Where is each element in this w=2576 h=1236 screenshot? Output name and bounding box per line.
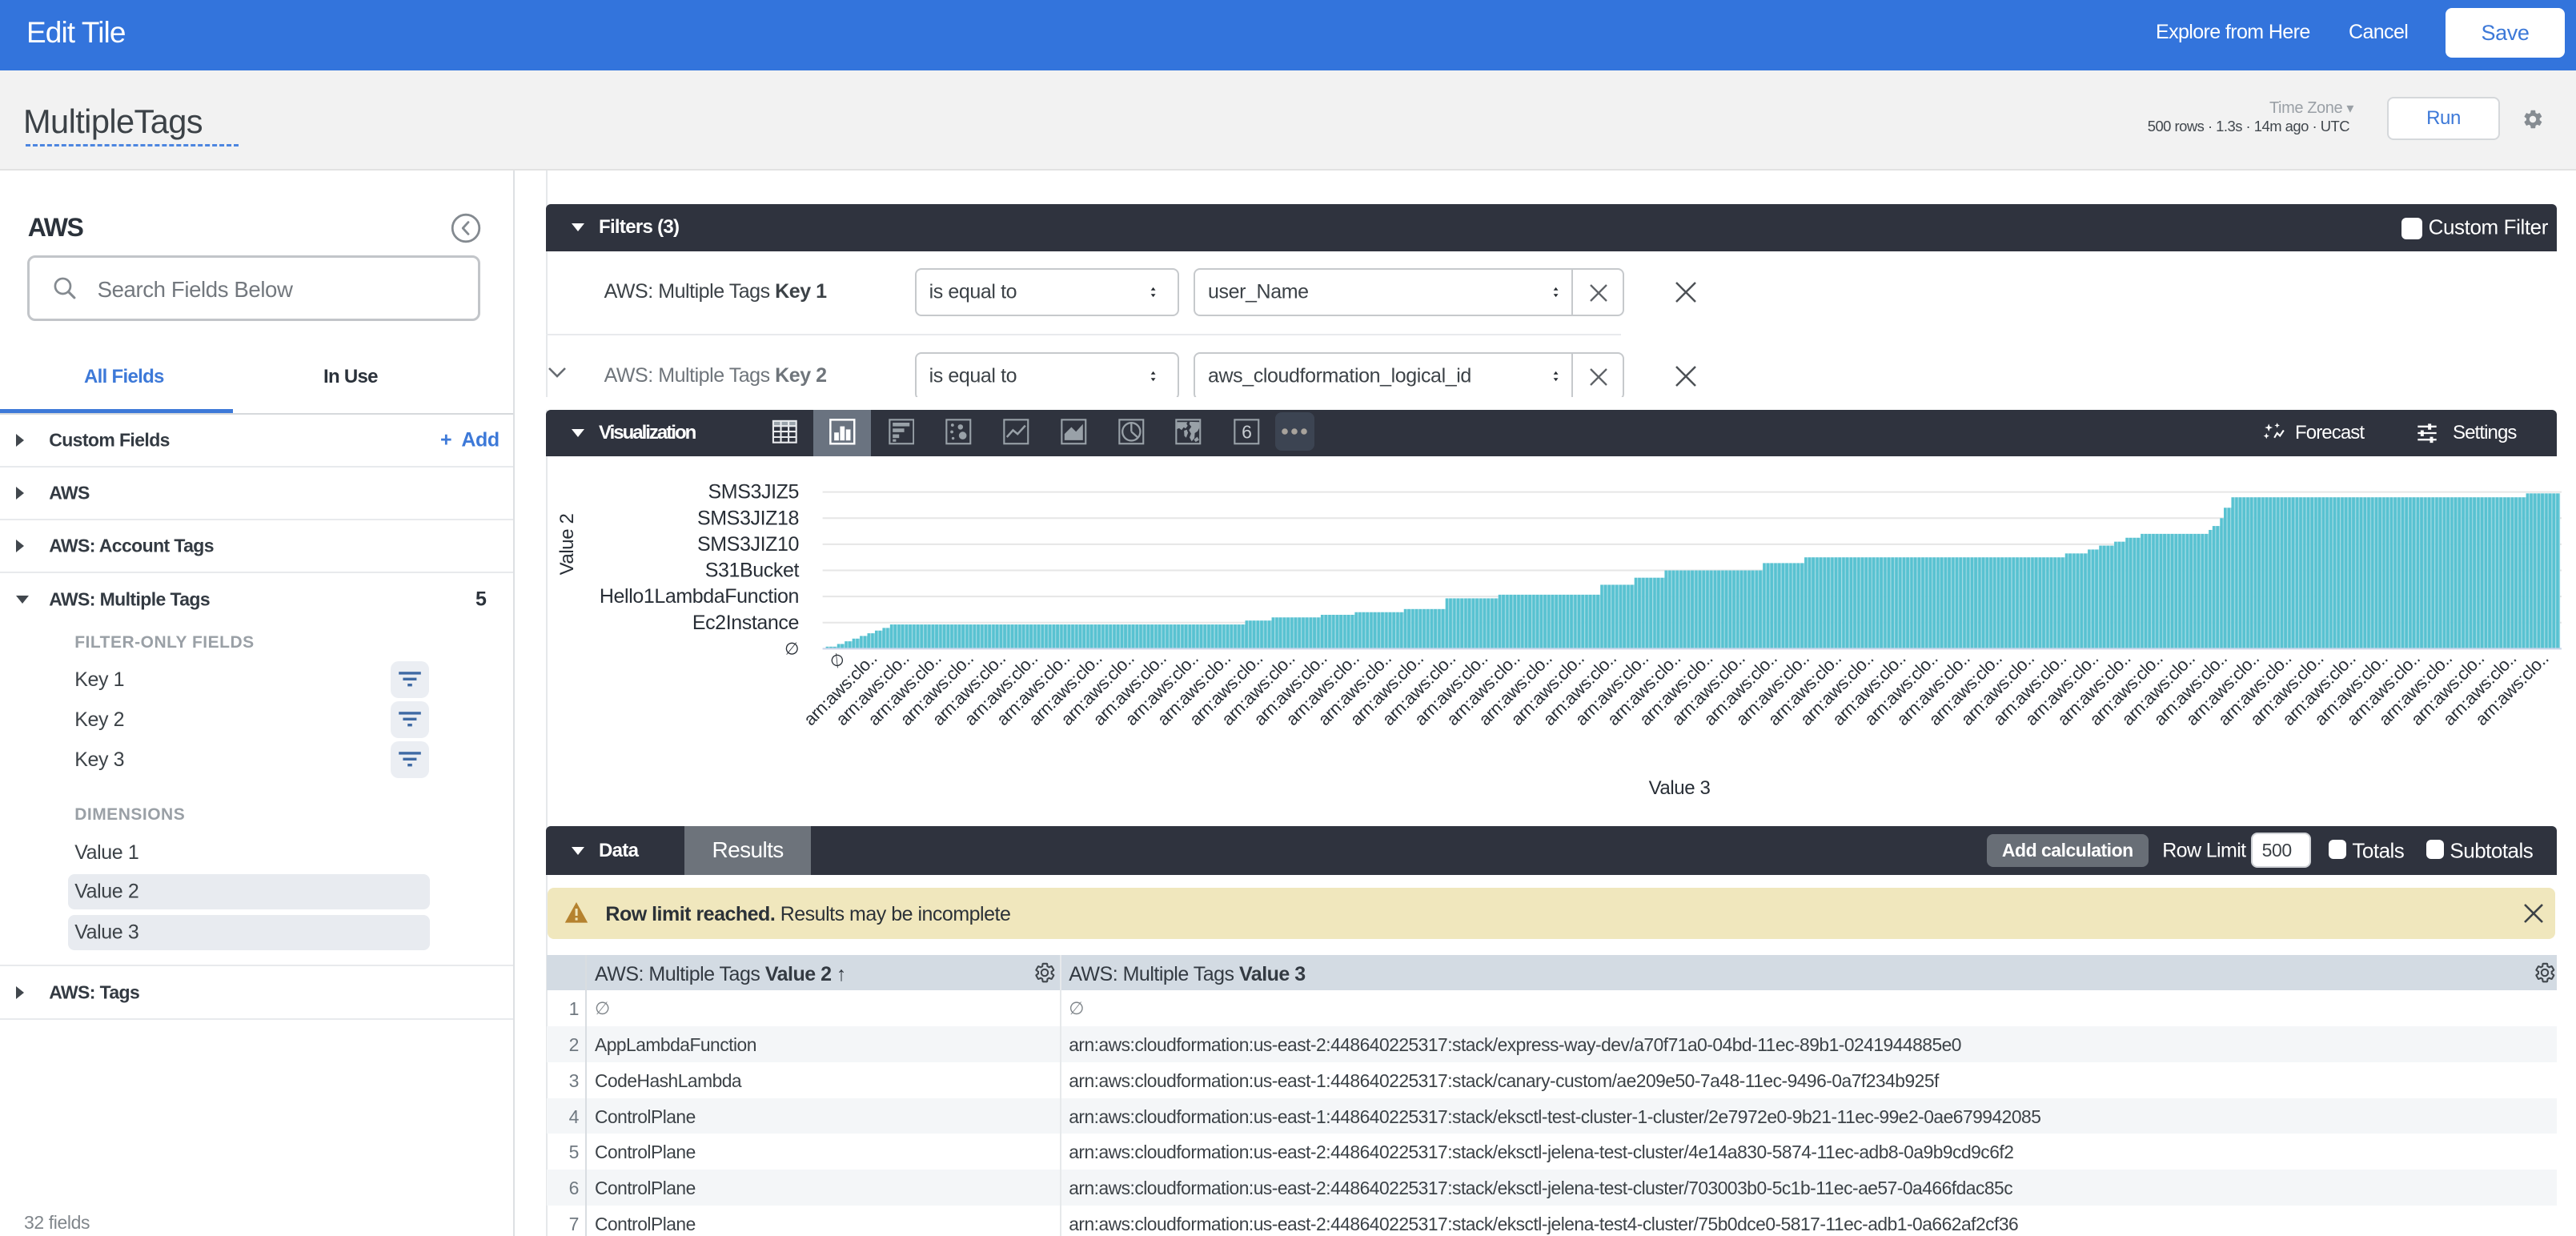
svg-text:Value 3: Value 3 [1649, 777, 1711, 799]
svg-text:SMS3JIZ18: SMS3JIZ18 [697, 507, 799, 529]
svg-text:∅: ∅ [784, 640, 799, 658]
svg-text:Hello1LambdaFunction: Hello1LambdaFunction [600, 585, 799, 608]
svg-text:Value 2: Value 2 [556, 514, 578, 576]
svg-text:SMS3JIZ5: SMS3JIZ5 [708, 481, 800, 504]
svg-text:SMS3JIZ10: SMS3JIZ10 [697, 533, 799, 556]
svg-text:Ec2Instance: Ec2Instance [692, 612, 799, 634]
svg-text:6: 6 [1242, 422, 1251, 443]
svg-text:S31Bucket: S31Bucket [705, 560, 800, 582]
